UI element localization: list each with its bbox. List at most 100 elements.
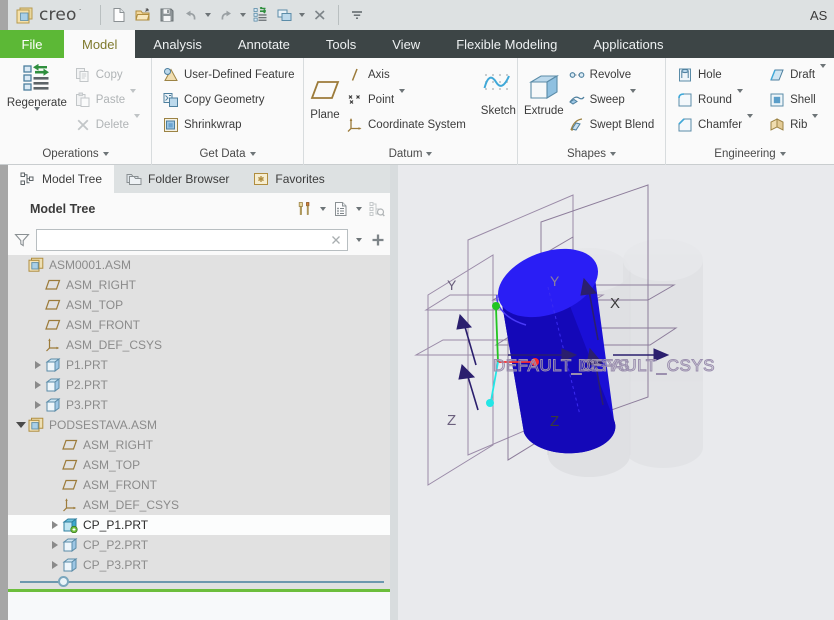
expand-collapsed-icon[interactable] (48, 515, 62, 535)
shrinkwrap-button[interactable]: Shrinkwrap (158, 112, 300, 137)
redo-dropdown-caret-icon[interactable] (238, 3, 249, 27)
sketch-button[interactable]: Sketch (481, 70, 516, 120)
open-file-icon[interactable] (131, 3, 155, 27)
sweep-button[interactable]: Sweep (564, 87, 660, 112)
expand-collapsed-icon[interactable] (48, 535, 62, 555)
tree-row-asm-right[interactable]: ASM_RIGHT (8, 435, 390, 455)
swept-blend-button[interactable]: Swept Blend (564, 112, 660, 137)
tab-file[interactable]: File (0, 30, 64, 58)
expand-collapsed-icon[interactable] (31, 355, 45, 375)
new-file-icon[interactable] (107, 3, 131, 27)
tab-model[interactable]: Model (64, 30, 135, 58)
tree-row-asm-def-csys[interactable]: ASM_DEF_CSYS (8, 495, 390, 515)
tree-row-asm-top[interactable]: ASM_TOP (8, 455, 390, 475)
tree-row-asm-front[interactable]: ASM_FRONT (8, 315, 390, 335)
shell-button[interactable]: Shell (764, 87, 831, 112)
tree-filters-icon[interactable] (366, 198, 388, 220)
tab-applications[interactable]: Applications (575, 30, 681, 58)
redo-icon[interactable] (214, 3, 238, 27)
tree-row-asm0001-asm[interactable]: ASM0001.ASM (8, 255, 390, 275)
datum-plane-button[interactable]: Plane (310, 74, 340, 124)
draft-caret-icon[interactable] (820, 68, 826, 82)
hole-button[interactable]: Hole (672, 62, 758, 87)
group-title-datum[interactable]: Datum (304, 147, 517, 165)
tree-row-cp-p3-prt[interactable]: CP_P3.PRT (8, 555, 390, 575)
tree-settings-caret-icon[interactable] (317, 198, 329, 220)
tab-flexible-modeling[interactable]: Flexible Modeling (438, 30, 575, 58)
chamfer-caret-icon[interactable] (747, 118, 753, 132)
extrude-button[interactable]: Extrude (524, 70, 564, 120)
paste-caret-icon[interactable] (130, 93, 136, 107)
save-icon[interactable] (155, 3, 179, 27)
group-title-operations[interactable]: Operations (0, 147, 151, 165)
regenerate-icon[interactable] (249, 3, 273, 27)
window-dropdown-caret-icon[interactable] (297, 3, 308, 27)
tree-settings-icon[interactable] (294, 198, 316, 220)
tree-row-cp-p2-prt[interactable]: CP_P2.PRT (8, 535, 390, 555)
tab-analysis[interactable]: Analysis (135, 30, 219, 58)
paste-button[interactable]: Paste (70, 87, 145, 112)
insert-here-handle[interactable] (58, 576, 69, 587)
model-tree-search-box[interactable] (36, 229, 348, 251)
round-button[interactable]: Round (672, 87, 758, 112)
customize-toolbar-icon[interactable] (345, 3, 369, 27)
udf-icon (163, 67, 179, 83)
tree-row-asm-front[interactable]: ASM_FRONT (8, 475, 390, 495)
expand-expanded-icon[interactable] (14, 415, 28, 435)
tree-row-asm-right[interactable]: ASM_RIGHT (8, 275, 390, 295)
datum-point-button[interactable]: Point (342, 87, 471, 112)
tree-row-asm-top[interactable]: ASM_TOP (8, 295, 390, 315)
tree-row-podsestava-asm[interactable]: PODSESTAVA.ASM (8, 415, 390, 435)
copy-geometry-button[interactable]: Copy Geometry (158, 87, 300, 112)
rib-button[interactable]: Rib (764, 112, 831, 137)
navtab-favorites[interactable]: Favorites (241, 165, 336, 193)
model-tree-search-input[interactable] (41, 233, 329, 247)
plus-icon[interactable] (370, 232, 388, 248)
regenerate-caret-icon[interactable] (34, 111, 40, 125)
chamfer-button[interactable]: Chamfer (672, 112, 758, 137)
navtab-model-tree[interactable]: Model Tree (8, 165, 114, 193)
delete-icon (75, 117, 91, 133)
panel-splitter[interactable] (390, 165, 398, 620)
delete-button[interactable]: Delete (70, 112, 145, 137)
revolve-button[interactable]: Revolve (564, 62, 660, 87)
datum-point-caret-icon[interactable] (399, 93, 405, 107)
sweep-caret-icon[interactable] (630, 93, 636, 107)
tab-view[interactable]: View (374, 30, 438, 58)
tab-tools[interactable]: Tools (308, 30, 374, 58)
filter-funnel-icon[interactable] (14, 232, 32, 248)
window-switch-icon[interactable] (273, 3, 297, 27)
expand-collapsed-icon[interactable] (48, 555, 62, 575)
undo-icon[interactable] (179, 3, 203, 27)
expand-collapsed-icon[interactable] (31, 375, 45, 395)
tree-row-cp-p1-prt[interactable]: CP_P1.PRT (8, 515, 390, 535)
expand-collapsed-icon[interactable] (31, 395, 45, 415)
undo-dropdown-caret-icon[interactable] (203, 3, 214, 27)
tab-annotate[interactable]: Annotate (220, 30, 308, 58)
delete-caret-icon[interactable] (134, 118, 140, 132)
user-defined-feature-button[interactable]: User-Defined Feature (158, 62, 300, 87)
clear-x-icon[interactable] (329, 232, 343, 248)
tree-display-caret-icon[interactable] (353, 198, 365, 220)
tree-row-asm-def-csys[interactable]: ASM_DEF_CSYS (8, 335, 390, 355)
tree-row-p3-prt[interactable]: P3.PRT (8, 395, 390, 415)
tree-row-p2-prt[interactable]: P2.PRT (8, 375, 390, 395)
rib-caret-icon[interactable] (812, 118, 818, 132)
group-title-get-data[interactable]: Get Data (152, 147, 303, 165)
tree-display-icon[interactable] (330, 198, 352, 220)
copy-button[interactable]: Copy (70, 62, 145, 87)
group-title-engineering[interactable]: Engineering (666, 147, 834, 165)
navtab-folder-browser[interactable]: Folder Browser (114, 165, 241, 193)
part-copied-icon (62, 517, 78, 533)
regenerate-button[interactable]: Regenerate (6, 62, 68, 127)
coordinate-system-button[interactable]: Coordinate System (342, 112, 471, 137)
datum-axis-button[interactable]: Axis (342, 62, 471, 87)
tree-row-p1-prt[interactable]: P1.PRT (8, 355, 390, 375)
group-title-shapes[interactable]: Shapes (518, 147, 665, 165)
close-window-icon[interactable] (308, 3, 332, 27)
graphics-viewport[interactable]: Y Y X Z Z DEFAULT_CSYS DEFAULT_CSYS (398, 165, 834, 620)
round-caret-icon[interactable] (737, 93, 743, 107)
chamfer-label: Chamfer (698, 119, 742, 131)
chevron-down-icon[interactable] (352, 238, 366, 242)
draft-button[interactable]: Draft (764, 62, 831, 87)
